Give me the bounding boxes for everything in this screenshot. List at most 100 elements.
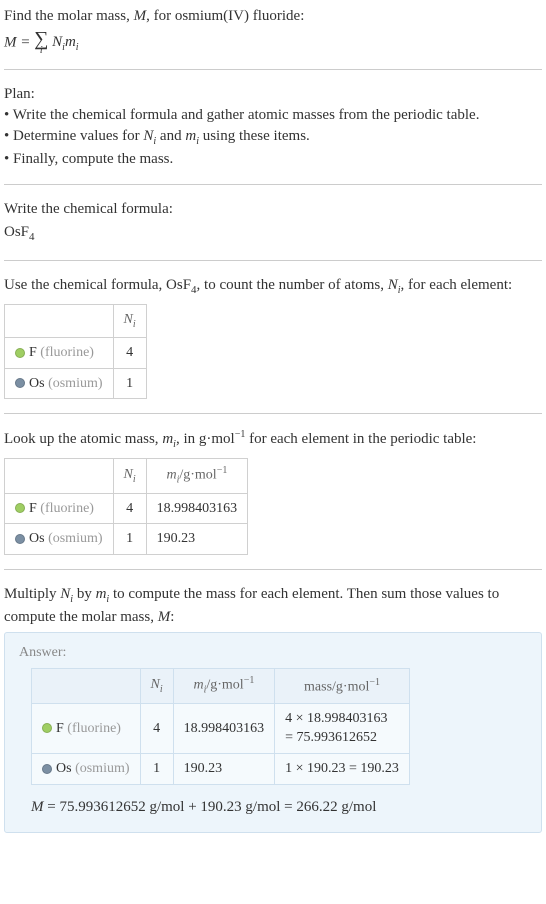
table-header-row: Ni bbox=[5, 305, 147, 338]
answer-label: Answer: bbox=[19, 643, 527, 663]
formula-base: OsF bbox=[4, 224, 29, 240]
dot-icon bbox=[42, 723, 52, 733]
n-cell: 4 bbox=[113, 493, 146, 524]
intro-text-1: Find the molar mass, bbox=[4, 8, 134, 24]
plan-heading: Plan: bbox=[4, 84, 542, 105]
intro-text-2: , for osmium(IV) fluoride: bbox=[146, 8, 304, 24]
multiply-text: Multiply Ni by mi to compute the mass fo… bbox=[4, 584, 542, 628]
header-mi: mi/g·mol−1 bbox=[146, 459, 248, 493]
table-row: F (fluorine) 4 bbox=[5, 338, 147, 369]
formula-ni: Ni bbox=[52, 34, 65, 50]
lookup-a: Look up the atomic mass, bbox=[4, 431, 162, 447]
h-ni: N bbox=[124, 467, 133, 482]
m-letter: m bbox=[65, 34, 76, 50]
n-cell: 1 bbox=[113, 368, 146, 399]
N-letter: N bbox=[52, 34, 62, 50]
elem-os-paren: (osmium) bbox=[72, 761, 130, 776]
m-cell: 190.23 bbox=[173, 754, 275, 785]
n-cell: 1 bbox=[140, 754, 173, 785]
n-cell: 1 bbox=[113, 524, 146, 555]
empty-header bbox=[5, 305, 114, 338]
elem-os-paren: (osmium) bbox=[45, 376, 103, 391]
header-ni: Ni bbox=[113, 459, 146, 493]
mul-a: Multiply bbox=[4, 586, 60, 602]
elem-f-paren: (fluorine) bbox=[64, 721, 121, 736]
element-cell-f: F (fluorine) bbox=[5, 338, 114, 369]
mass-cell: 1 × 190.23 = 190.23 bbox=[275, 754, 410, 785]
plan-b2-c: using these items. bbox=[199, 128, 310, 144]
header-ni-letter: N bbox=[124, 312, 133, 327]
m-cell: 190.23 bbox=[146, 524, 248, 555]
header-mi: mi/g·mol−1 bbox=[173, 669, 275, 703]
plan-bullet-1: • Write the chemical formula and gather … bbox=[4, 105, 542, 126]
elem-f: F bbox=[56, 721, 64, 736]
header-mass: mass/g·mol−1 bbox=[275, 669, 410, 703]
elem-f-paren: (fluorine) bbox=[37, 345, 94, 360]
count-b: , to count the number of atoms, bbox=[197, 277, 388, 293]
answer-table: Ni mi/g·mol−1 mass/g·mol−1 F (fluorine) … bbox=[31, 668, 410, 784]
lookup-text: Look up the atomic mass, mi, in g·mol−1 … bbox=[4, 428, 542, 452]
table-row: Os (osmium) 1 190.23 bbox=[5, 524, 248, 555]
intro-line: Find the molar mass, M, for osmium(IV) f… bbox=[4, 6, 542, 27]
lookup-b: , in g·mol bbox=[176, 431, 235, 447]
element-cell-f: F (fluorine) bbox=[32, 703, 141, 753]
count-section: Use the chemical formula, OsF 4 , to count… bbox=[4, 275, 542, 414]
count-a: Use the chemical formula, OsF bbox=[4, 277, 191, 293]
mass-calc-b: = 75.993612652 bbox=[285, 728, 399, 748]
elem-f: F bbox=[29, 345, 37, 360]
table-header-row: Ni mi/g·mol−1 bbox=[5, 459, 248, 493]
lookup-c: for each element in the periodic table: bbox=[245, 431, 476, 447]
count-table: Ni F (fluorine) 4 Os (osmium) 1 bbox=[4, 304, 147, 399]
elem-f-paren: (fluorine) bbox=[37, 501, 94, 516]
plan-section: Plan: • Write the chemical formula and g… bbox=[4, 84, 542, 185]
final-M: M bbox=[31, 799, 44, 815]
ah-ni: N bbox=[151, 677, 160, 692]
table-row: F (fluorine) 4 18.998403163 4 × 18.99840… bbox=[32, 703, 410, 753]
ah-mi-b: /g·mol bbox=[206, 678, 243, 693]
mass-calc-a: 4 × 18.998403163 bbox=[285, 709, 399, 729]
formula-eq: = bbox=[17, 34, 35, 50]
multiply-section: Multiply Ni by mi to compute the mass fo… bbox=[4, 584, 542, 833]
plan-bullet-2: • Determine values for Ni and mi using t… bbox=[4, 126, 542, 149]
dot-icon bbox=[15, 503, 25, 513]
elem-os: Os bbox=[56, 761, 72, 776]
elem-os: Os bbox=[29, 531, 45, 546]
ah-mi-a: m bbox=[193, 678, 203, 693]
intro-section: Find the molar mass, M, for osmium(IV) f… bbox=[4, 6, 542, 70]
n-cell: 4 bbox=[140, 703, 173, 753]
sigma-icon: ∑i bbox=[34, 31, 48, 55]
molar-mass-formula: M = ∑i Nimi bbox=[4, 31, 542, 55]
elem-os: Os bbox=[29, 376, 45, 391]
element-cell-f: F (fluorine) bbox=[5, 493, 114, 524]
count-text: Use the chemical formula, OsF4, to count… bbox=[4, 275, 542, 298]
table-row: F (fluorine) 4 18.998403163 bbox=[5, 493, 248, 524]
h-mi-b: /g·mol bbox=[179, 468, 216, 483]
mul-b: by bbox=[73, 586, 96, 602]
empty-header bbox=[5, 459, 114, 493]
table-row: Os (osmium) 1 bbox=[5, 368, 147, 399]
lookup-table: Ni mi/g·mol−1 F (fluorine) 4 18.99840316… bbox=[4, 458, 248, 555]
final-answer: M = 75.993612652 g/mol + 190.23 g/mol = … bbox=[31, 797, 527, 818]
plan-bullet-3: • Finally, compute the mass. bbox=[4, 149, 542, 170]
element-cell-os: Os (osmium) bbox=[5, 368, 114, 399]
element-cell-os: Os (osmium) bbox=[32, 754, 141, 785]
answer-box: Answer: Ni mi/g·mol−1 mass/g·mol−1 F (fl… bbox=[4, 632, 542, 833]
table-row: Os (osmium) 1 190.23 1 × 190.23 = 190.23 bbox=[32, 754, 410, 785]
formula-mi: mi bbox=[65, 34, 79, 50]
var-M: M bbox=[134, 8, 147, 24]
ah-mass: mass/g·mol bbox=[304, 679, 369, 694]
dot-icon bbox=[15, 378, 25, 388]
formula-sub: 4 bbox=[29, 231, 35, 243]
plan-b2-a: • Determine values for bbox=[4, 128, 143, 144]
element-cell-os: Os (osmium) bbox=[5, 524, 114, 555]
elem-os-paren: (osmium) bbox=[45, 531, 103, 546]
lookup-section: Look up the atomic mass, mi, in g·mol−1 … bbox=[4, 428, 542, 570]
formula-lhs: M bbox=[4, 34, 17, 50]
header-ni: Ni bbox=[113, 305, 146, 338]
n-cell: 4 bbox=[113, 338, 146, 369]
table-header-row: Ni mi/g·mol−1 mass/g·mol−1 bbox=[32, 669, 410, 703]
header-ni: Ni bbox=[140, 669, 173, 703]
dot-icon bbox=[42, 764, 52, 774]
final-rest: = 75.993612652 g/mol + 190.23 g/mol = 26… bbox=[44, 799, 377, 815]
chemical-formula: OsF4 bbox=[4, 222, 542, 245]
